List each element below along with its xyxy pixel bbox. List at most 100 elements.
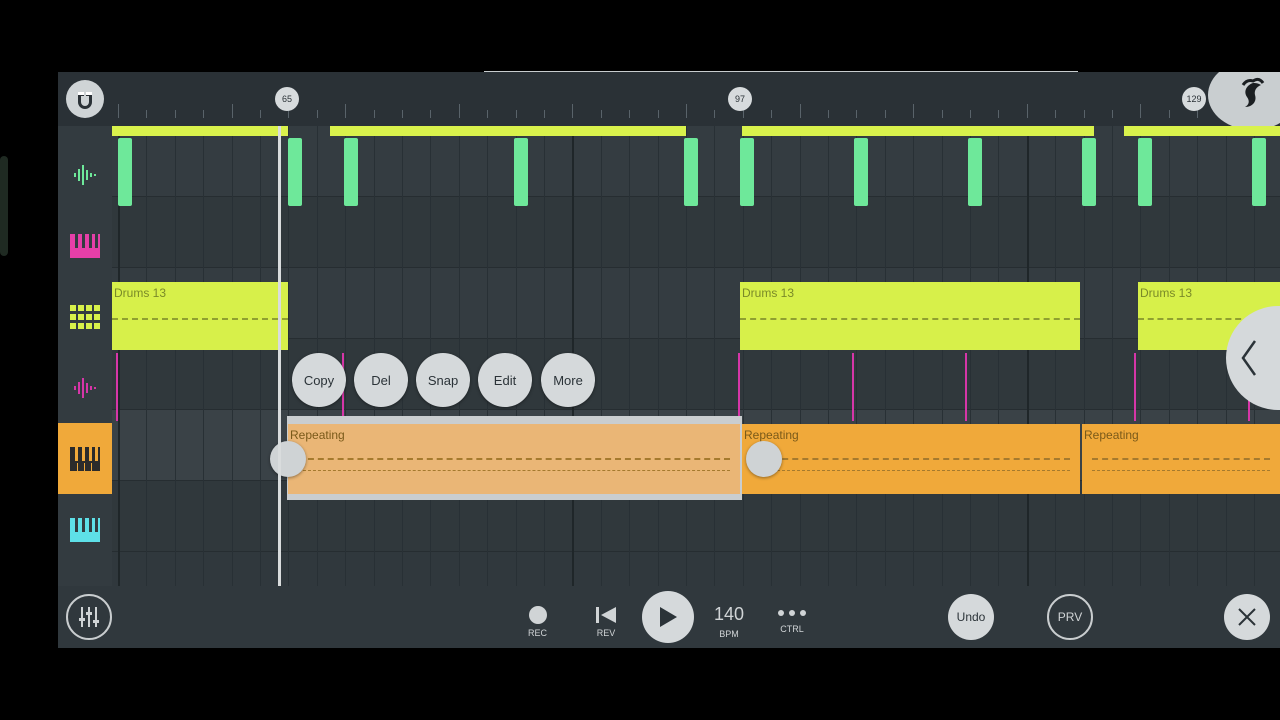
grid-line — [828, 126, 829, 586]
playlist-grid[interactable]: Drums 13 Drums 13 Drums 13 Repeating Rep… — [112, 126, 1280, 586]
copy-button[interactable]: Copy — [292, 353, 346, 407]
transport-bar: REC REV 140 BPM CTRL Undo PRV — [58, 586, 1280, 648]
play-icon — [660, 607, 677, 627]
audio-clip[interactable] — [118, 138, 132, 206]
audio-clip[interactable] — [1252, 138, 1266, 206]
grid-line — [913, 126, 915, 586]
undo-button[interactable]: Undo — [948, 594, 994, 640]
close-button[interactable] — [1224, 594, 1270, 640]
clip-label: Repeating — [744, 428, 799, 442]
track-piano-icon-selected[interactable] — [58, 423, 112, 494]
audio-clip-marker[interactable] — [965, 353, 967, 421]
timeline-marker[interactable]: 65 — [275, 87, 299, 111]
audio-clip-marker[interactable] — [738, 353, 740, 421]
ruler-tick — [458, 104, 460, 118]
audio-clip[interactable] — [968, 138, 982, 206]
audio-clip-marker[interactable] — [1134, 353, 1136, 421]
grid-line — [1026, 126, 1029, 586]
ruler-tick — [998, 110, 1000, 118]
track-audio-icon[interactable] — [58, 139, 112, 210]
pattern-bar[interactable] — [742, 126, 1094, 136]
grid-line — [231, 126, 233, 586]
clip-label: Drums 13 — [1140, 286, 1193, 300]
ruler-tick — [771, 110, 773, 118]
audio-clip[interactable] — [854, 138, 868, 206]
tempo-display[interactable]: 140 BPM — [714, 604, 744, 639]
record-icon — [528, 606, 547, 624]
edit-button[interactable]: Edit — [478, 353, 532, 407]
control-button[interactable]: CTRL — [777, 608, 807, 634]
ruler-tick — [714, 110, 716, 118]
selected-pattern-clip[interactable]: Repeating — [288, 424, 740, 494]
delete-button[interactable]: Del — [354, 353, 408, 407]
ruler-tick — [430, 110, 432, 118]
ruler-tick — [799, 104, 801, 118]
grid-line — [260, 126, 261, 586]
audio-clip[interactable] — [344, 138, 358, 206]
snap-button[interactable]: Snap — [416, 353, 470, 407]
timeline-marker[interactable]: 129 — [1182, 87, 1206, 111]
track-piano-icon[interactable] — [58, 494, 112, 565]
preview-button[interactable]: PRV — [1047, 594, 1093, 640]
audio-clip[interactable] — [514, 138, 528, 206]
ruler-tick — [174, 110, 176, 118]
track-drum-pads-icon[interactable] — [58, 281, 112, 352]
pattern-clip[interactable]: Drums 13 — [740, 282, 1080, 350]
grid-line — [714, 126, 716, 586]
audio-clip[interactable] — [740, 138, 754, 206]
audio-clip[interactable] — [288, 138, 302, 206]
grid-line — [1168, 126, 1170, 586]
audio-clip[interactable] — [1082, 138, 1096, 206]
pattern-bar[interactable] — [1124, 126, 1280, 136]
grid-line — [657, 126, 659, 586]
tempo-label: BPM — [719, 629, 739, 639]
ruler-tick — [260, 110, 261, 118]
track-row[interactable] — [112, 197, 1280, 268]
ruler-tick — [515, 110, 517, 118]
selection-end-handle[interactable] — [746, 441, 782, 477]
track-audio-icon[interactable] — [58, 352, 112, 423]
grid-line — [629, 126, 631, 586]
ruler-tick — [544, 110, 545, 118]
playhead[interactable] — [278, 126, 281, 586]
play-button[interactable] — [642, 591, 694, 643]
clip-label: Drums 13 — [742, 286, 795, 300]
grid-line — [203, 126, 205, 586]
grid-line — [487, 126, 489, 586]
magnet-snap-icon[interactable] — [66, 80, 104, 118]
grid-line — [884, 126, 886, 586]
grid-line — [799, 126, 801, 586]
pattern-clip[interactable]: Repeating — [1082, 424, 1280, 494]
ruler-tick — [288, 110, 290, 118]
pattern-clip[interactable]: Repeating — [742, 424, 1080, 494]
ruler-tick — [231, 104, 233, 118]
more-button[interactable]: More — [541, 353, 595, 407]
audio-clip-marker[interactable] — [116, 353, 118, 421]
timeline-ruler[interactable]: 65 97 129 — [58, 72, 1280, 126]
close-icon — [1238, 608, 1256, 626]
ruler-tick — [1055, 110, 1057, 118]
pattern-bar[interactable] — [330, 126, 686, 136]
pattern-clip[interactable]: Drums 13 — [112, 282, 288, 350]
track-piano-icon[interactable] — [58, 210, 112, 281]
ruler-tick — [913, 104, 915, 118]
clip-label: Drums 13 — [114, 286, 167, 300]
ruler-tick — [572, 104, 574, 118]
pattern-bar[interactable] — [112, 126, 288, 136]
ruler-tick — [316, 110, 318, 118]
more-dots-icon — [778, 610, 806, 616]
ruler-tick — [884, 110, 886, 118]
audio-clip-marker[interactable] — [852, 353, 854, 421]
audio-clip[interactable] — [684, 138, 698, 206]
grid-line — [941, 126, 943, 586]
audio-clip[interactable] — [1138, 138, 1152, 206]
timeline-marker[interactable]: 97 — [728, 87, 752, 111]
grid-line — [1197, 126, 1199, 586]
mixer-button[interactable] — [66, 594, 112, 640]
ruler-tick — [970, 110, 971, 118]
control-label: CTRL — [780, 624, 804, 634]
record-button[interactable]: REC — [528, 606, 547, 638]
rewind-button[interactable]: REV — [595, 606, 617, 638]
ruler-tick — [600, 110, 602, 118]
selection-start-handle[interactable] — [270, 441, 306, 477]
